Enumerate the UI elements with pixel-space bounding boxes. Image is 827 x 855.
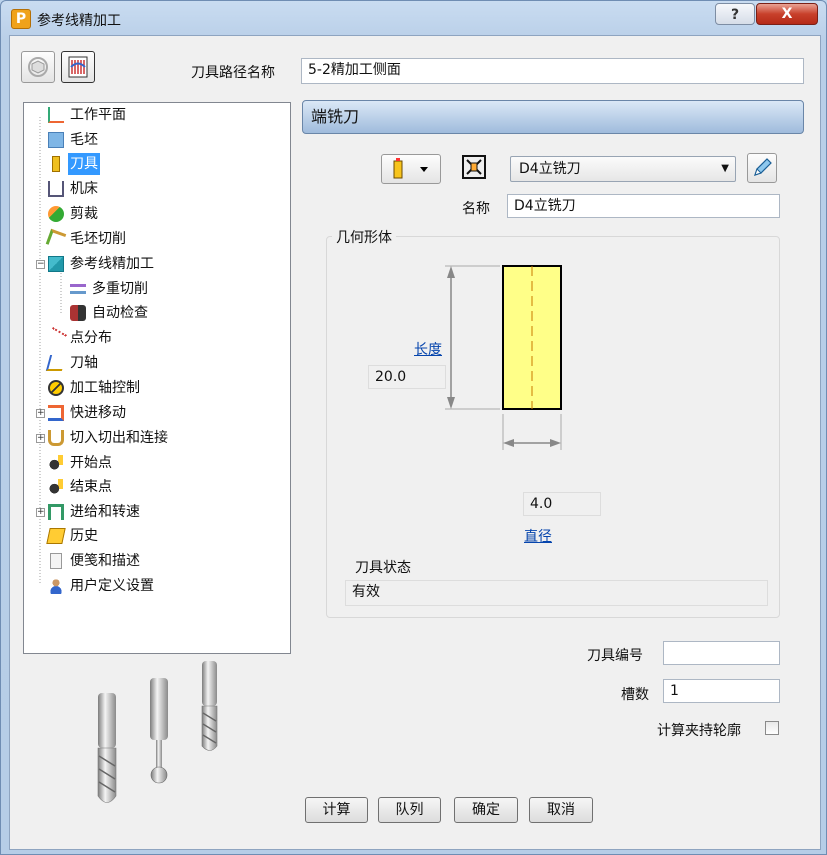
tool-status-field: 有效 <box>345 580 768 606</box>
rapid-move-icon <box>48 405 64 421</box>
tool-select-dropdown[interactable]: D4立铣刀 ▼ <box>510 156 736 182</box>
tools-illustration <box>97 661 218 803</box>
cancel-button[interactable]: 取消 <box>529 797 593 823</box>
title-bar[interactable]: P 参考线精加工 ? X <box>1 1 826 35</box>
feeds-speeds-icon <box>48 504 64 520</box>
tree-item-leads-links[interactable]: 切入切出和连接 <box>48 427 170 449</box>
leads-links-icon <box>48 430 64 446</box>
stock-cut-icon <box>45 228 67 250</box>
tree-item-axis-control[interactable]: 加工轴控制 <box>48 377 142 399</box>
flutes-input[interactable]: 1 <box>663 679 780 703</box>
tree-item-history[interactable]: 历史 <box>46 525 100 547</box>
toolpath-preview-button[interactable] <box>61 51 95 83</box>
settings-toggle-button[interactable] <box>21 51 55 83</box>
dialog-client: 刀具路径名称 5-2精加工侧面 − + + + 工作平面 毛坯 刀具 机床 剪裁… <box>9 35 821 850</box>
toolpath-name-input[interactable]: 5-2精加工侧面 <box>301 58 804 84</box>
tool-name-input[interactable]: D4立铣刀 <box>507 194 780 218</box>
dialog-window: P 参考线精加工 ? X 刀具路径名称 5-2精加工侧面 − + + + 工作平… <box>0 0 827 855</box>
block-icon <box>48 132 64 148</box>
workplane-icon <box>48 107 64 123</box>
tree-item-trim[interactable]: 剪裁 <box>48 203 100 225</box>
tree-item-point-distribution[interactable]: 点分布 <box>45 327 114 349</box>
tree-item-tool[interactable]: 刀具 <box>48 153 100 175</box>
tree-item-multiple-cuts[interactable]: 多重切削 <box>70 278 150 300</box>
tool-select-value: D4立铣刀 <box>519 161 581 177</box>
tool-library-button[interactable] <box>459 153 489 183</box>
tool-type-header: 端铣刀 <box>302 100 804 134</box>
queue-button[interactable]: 队列 <box>378 797 441 823</box>
tree-item-auto-verify[interactable]: 自动检查 <box>70 302 150 324</box>
cube-icon <box>28 57 48 77</box>
tree-item-feeds-speeds[interactable]: 进给和转速 <box>48 501 142 523</box>
notes-icon <box>50 553 62 569</box>
expander-feeds-speeds[interactable]: + <box>36 508 45 517</box>
tool-library-icon <box>462 155 486 179</box>
holder-profile-checkbox[interactable] <box>765 721 779 735</box>
length-input[interactable]: 20.0 <box>368 365 446 389</box>
machine-icon <box>48 181 64 197</box>
window-title: 参考线精加工 <box>37 13 121 29</box>
history-icon <box>46 528 66 544</box>
tool-type-menu-button[interactable] <box>381 154 441 184</box>
tool-number-label: 刀具编号 <box>587 648 643 664</box>
point-distribution-icon <box>45 327 67 349</box>
tree-item-ref-line-finishing[interactable]: 参考线精加工 <box>48 253 156 275</box>
tool-icon <box>52 156 60 172</box>
chevron-down-icon: ▼ <box>721 163 729 174</box>
edit-tool-button[interactable] <box>747 153 777 183</box>
tree-item-stock-cut[interactable]: 毛坯切削 <box>45 228 128 250</box>
geometry-title: 几何形体 <box>332 227 396 247</box>
expander-rapid-move[interactable]: + <box>36 409 45 418</box>
toolpath-icon <box>68 56 88 78</box>
app-icon: P <box>11 9 31 29</box>
ok-button[interactable]: 确定 <box>454 797 518 823</box>
tool-status-label: 刀具状态 <box>355 560 411 576</box>
tree-item-start-point[interactable]: 开始点 <box>48 452 114 474</box>
tool-name-label: 名称 <box>462 201 490 217</box>
end-mill-icon <box>393 158 428 179</box>
flutes-label: 槽数 <box>621 687 649 703</box>
auto-verify-icon <box>70 305 86 321</box>
tool-number-input[interactable] <box>663 641 780 665</box>
tree-item-notes[interactable]: 便笺和描述 <box>48 550 142 572</box>
tree-item-machine[interactable]: 机床 <box>48 178 100 200</box>
tree-item-workplane[interactable]: 工作平面 <box>48 104 128 126</box>
tree-item-block[interactable]: 毛坯 <box>48 129 100 151</box>
settings-tree[interactable]: − + + + 工作平面 毛坯 刀具 机床 剪裁 毛坯切削 参考线精加工 多重切… <box>23 102 291 654</box>
calculate-button[interactable]: 计算 <box>305 797 368 823</box>
close-button[interactable]: X <box>756 3 818 25</box>
start-point-icon <box>48 455 64 471</box>
tree-item-end-point[interactable]: 结束点 <box>48 476 114 498</box>
diameter-input[interactable]: 4.0 <box>523 492 601 516</box>
tree-item-rapid-move[interactable]: 快进移动 <box>48 402 128 424</box>
multiple-cuts-icon <box>70 284 86 294</box>
help-button[interactable]: ? <box>715 3 755 25</box>
expander-ref-line-finishing[interactable]: − <box>36 260 45 269</box>
toolpath-name-label: 刀具路径名称 <box>191 65 275 81</box>
diameter-link[interactable]: 直径 <box>524 526 552 546</box>
tree-item-tool-axis[interactable]: 刀轴 <box>45 352 100 374</box>
tool-geometry-diagram <box>445 265 562 450</box>
trim-icon <box>48 206 64 222</box>
expander-leads-links[interactable]: + <box>36 434 45 443</box>
length-link[interactable]: 长度 <box>414 339 442 359</box>
ref-line-finishing-icon <box>48 256 64 272</box>
user-settings-icon <box>48 578 64 594</box>
tree-item-user-settings[interactable]: 用户定义设置 <box>48 575 156 597</box>
axis-control-icon <box>48 380 64 396</box>
holder-profile-label: 计算夹持轮廓 <box>657 723 741 739</box>
end-point-icon <box>48 479 64 495</box>
tool-axis-icon <box>45 355 67 371</box>
pencil-icon <box>754 158 772 176</box>
